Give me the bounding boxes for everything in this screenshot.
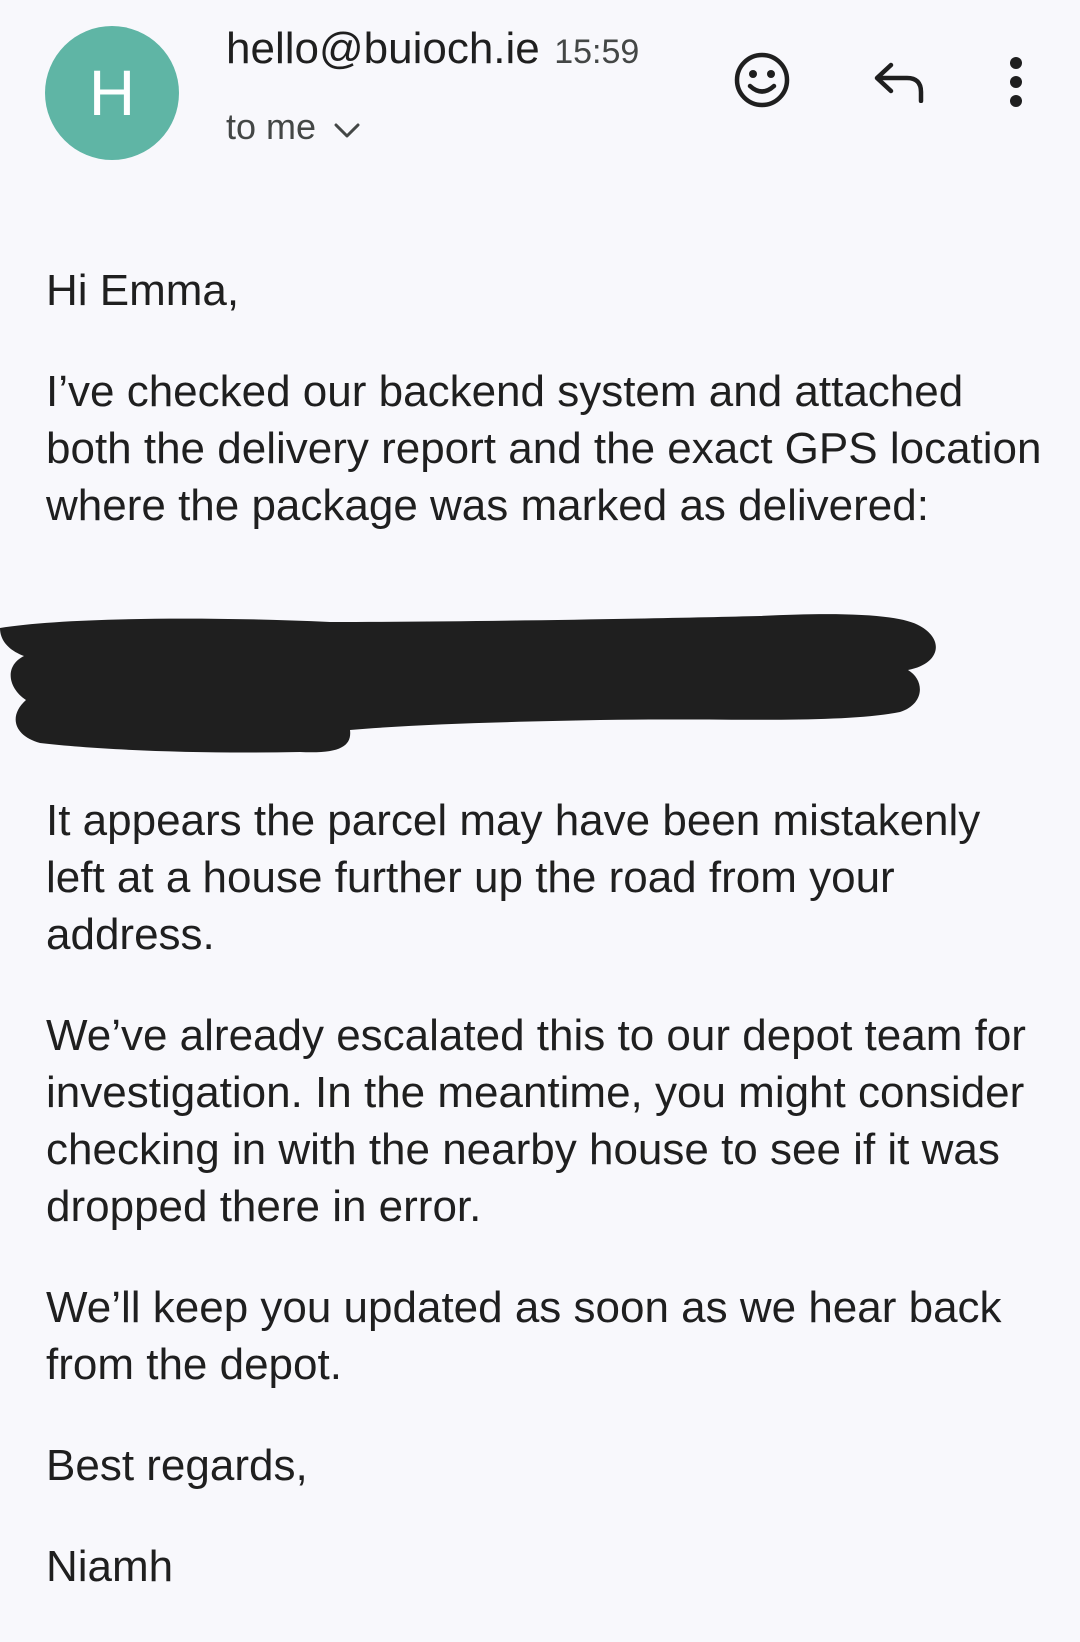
sender-line: hello@buioch.ie 15:59 [226,24,639,74]
email-header: H hello@buioch.ie 15:59 to me [0,0,1080,180]
reply-button[interactable] [868,52,932,116]
intro-paragraph: I’ve checked our backend system and atta… [46,367,1042,530]
update-paragraph: We’ll keep you updated as soon as we hea… [46,1283,1002,1389]
recipient-label: to me [226,106,317,147]
parcel-location-paragraph: It appears the parcel may have been mist… [46,796,981,959]
avatar-letter: H [88,57,136,129]
email-body: Hi Emma, I’ve checked our backend system… [0,262,1046,1595]
escalation-paragraph: We’ve already escalated this to our depo… [46,1011,1026,1231]
message-time: 15:59 [554,33,640,71]
reply-icon [873,61,927,108]
signature: Niamh [46,1542,174,1591]
more-vert-icon [1008,56,1024,113]
sender-address[interactable]: hello@buioch.ie [226,24,540,73]
chevron-down-icon [334,106,360,148]
greeting: Hi Emma, [46,266,240,315]
emoji-react-icon [733,51,791,114]
emoji-react-button[interactable] [730,50,794,114]
more-options-button[interactable] [990,50,1042,118]
sender-avatar[interactable]: H [45,26,179,160]
redacted-link-marker [0,578,1000,758]
recipient-details-toggle[interactable]: to me [226,106,360,148]
signoff: Best regards, [46,1441,308,1490]
